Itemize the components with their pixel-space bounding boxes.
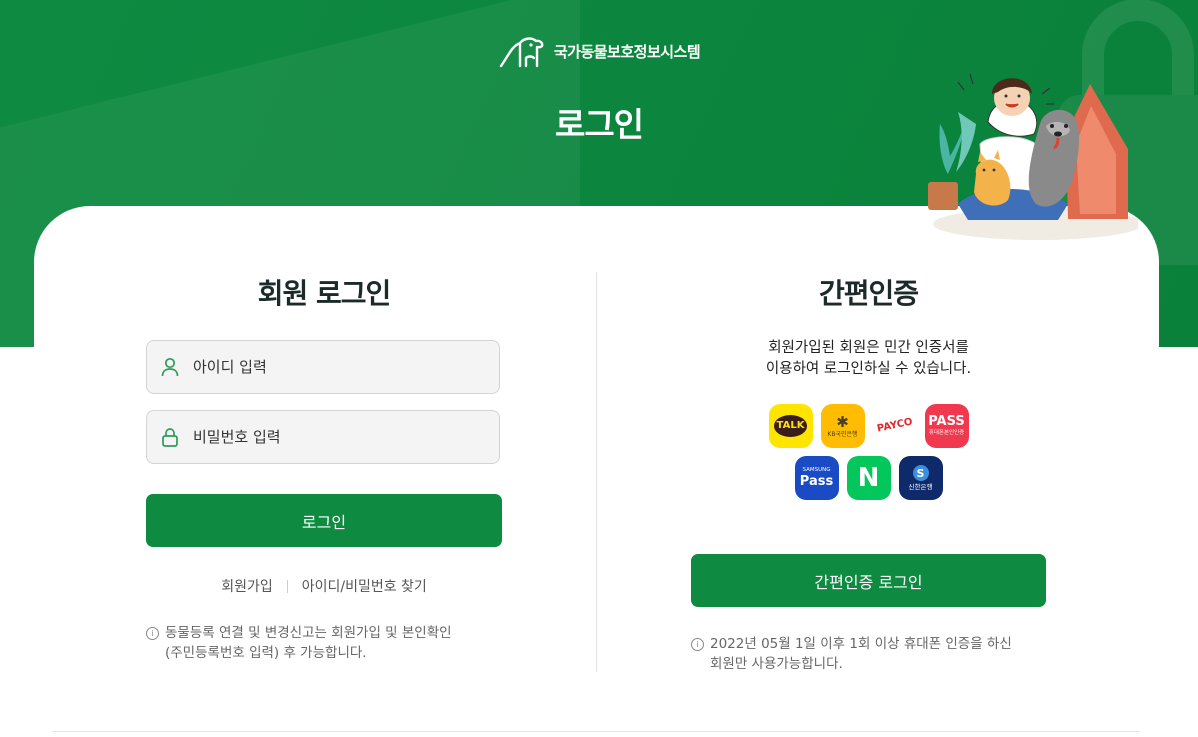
samsung-sub-label: SAMSUNG [802,466,831,473]
info-icon: i [691,638,704,651]
footer-divider [52,731,1140,732]
kakao-auth-button[interactable]: TALK [768,404,813,448]
easy-auth-desc-line1: 회원가입된 회원은 민간 인증서를 [768,340,969,356]
member-login-note: i 동물등록 연결 및 변경신고는 회원가입 및 본인확인 (주민등록번호 입력… [146,623,452,663]
samsung-pass-auth-button[interactable]: SAMSUNG Pass [794,456,839,500]
id-input[interactable] [193,358,473,376]
user-icon [159,356,181,378]
link-separator [286,579,288,593]
easy-note-line2: 회원만 사용가능합니다. [710,656,843,672]
password-field[interactable] [146,410,500,464]
payco-auth-button[interactable]: PAYCO [872,404,917,448]
provider-row: SAMSUNG Pass N S 신한은행 [691,456,1046,500]
pass-auth-button[interactable]: PASS 휴대폰본인인증 [924,404,969,448]
pass-label: PASS [928,414,965,430]
provider-row: TALK ✱ KB국민은행 PAYCO PASS 휴대폰본인인증 [691,404,1046,448]
login-card: 회원 로그인 로그인 회원가입 아이디/비밀번호 찾기 i 동물등록 연결 및 … [34,206,1159,737]
naver-label: N [857,463,880,493]
auth-provider-list: TALK ✱ KB국민은행 PAYCO PASS 휴대폰본인인증 SAMSUNG… [691,404,1046,508]
login-button[interactable]: 로그인 [146,494,502,547]
person-with-pets-illustration [928,73,1138,240]
info-icon: i [146,627,159,640]
easy-auth-note: i 2022년 05월 1일 이후 1회 이상 휴대폰 인증을 하신 회원만 사… [691,634,1012,674]
shinhan-auth-button[interactable]: S 신한은행 [898,456,943,500]
column-divider [596,272,597,672]
easy-auth-description: 회원가입된 회원은 민간 인증서를 이용하여 로그인하실 수 있습니다. [691,338,1046,380]
samsung-pass-label: Pass [799,474,834,490]
easy-auth-login-button[interactable]: 간편인증 로그인 [691,554,1046,607]
lock-icon [159,426,181,448]
shinhan-label: 신한은행 [908,483,933,492]
shinhan-s-icon: S [912,465,929,482]
pass-sub-label: 휴대폰본인인증 [928,430,965,437]
kb-star-icon: ✱ [836,412,849,431]
naver-auth-button[interactable]: N [846,456,891,500]
kb-label: KB국민은행 [827,430,858,438]
member-note-line2: (주민등록번호 입력) 후 가능합니다. [165,645,367,661]
kb-auth-button[interactable]: ✱ KB국민은행 [820,404,865,448]
payco-label: PAYCO [875,416,914,435]
password-input[interactable] [193,428,473,446]
account-links: 회원가입 아이디/비밀번호 찾기 [146,576,502,596]
dog-logo-icon [499,37,544,68]
easy-note-line1: 2022년 05월 1일 이후 1회 이상 휴대폰 인증을 하신 [710,636,1012,652]
id-field[interactable] [146,340,500,394]
kakao-label: TALK [773,415,808,437]
brand-name: 국가동물보호정보시스템 [553,42,701,61]
member-note-line1: 동물등록 연결 및 변경신고는 회원가입 및 본인확인 [165,625,452,641]
brand-logo[interactable]: 국가동물보호정보시스템 [0,34,1198,68]
member-login-title: 회원 로그인 [257,277,392,310]
easy-auth-title: 간편인증 [818,277,919,310]
signup-link[interactable]: 회원가입 [221,576,273,596]
find-account-link[interactable]: 아이디/비밀번호 찾기 [302,576,427,596]
easy-auth-desc-line2: 이용하여 로그인하실 수 있습니다. [765,361,972,377]
